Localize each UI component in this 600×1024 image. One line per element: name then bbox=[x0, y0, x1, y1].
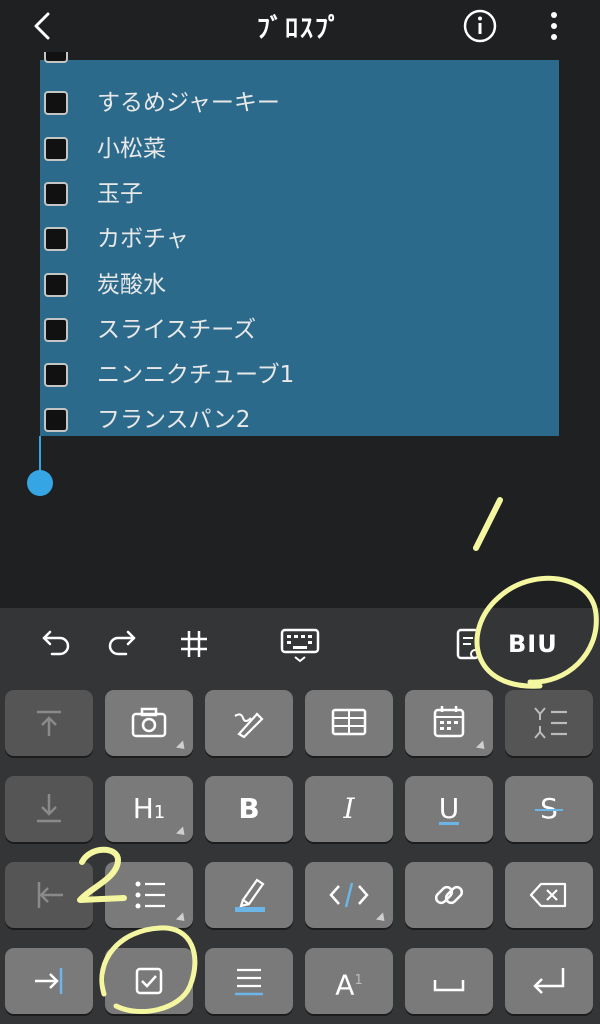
format-toolbar: BIU bbox=[0, 608, 600, 680]
font-size-key-label: A1 bbox=[335, 968, 363, 1002]
camera-key[interactable] bbox=[105, 690, 193, 756]
outdent-icon bbox=[37, 882, 63, 908]
checkbox-key[interactable] bbox=[105, 948, 193, 1014]
list-item-label: スライスチーズ bbox=[97, 317, 257, 343]
backspace-icon bbox=[529, 882, 567, 908]
editor-area[interactable]: するめジャーキー 小松菜 玉子 カボチャ 炭酸水 スライスチーズ ニンニクチュー… bbox=[0, 52, 600, 608]
arrow-to-top-icon bbox=[37, 710, 61, 736]
list-item: フランスパン2 bbox=[40, 399, 560, 445]
undo-icon[interactable] bbox=[32, 622, 76, 666]
more-vertical-icon[interactable] bbox=[540, 8, 568, 44]
checkbox[interactable] bbox=[44, 52, 68, 63]
line-spacing-key[interactable] bbox=[505, 690, 593, 756]
underline-accent bbox=[439, 822, 459, 825]
list-item-label: 玉子 bbox=[97, 181, 143, 207]
underline-key[interactable]: U bbox=[405, 776, 493, 842]
format-keyboard: H1 B I U S bbox=[0, 680, 600, 1024]
pen-icon bbox=[234, 712, 264, 739]
link-icon bbox=[434, 885, 464, 905]
bold-key-label: B bbox=[238, 792, 260, 825]
selection-handle[interactable] bbox=[27, 470, 53, 496]
checkbox[interactable] bbox=[44, 91, 68, 115]
list-item: 小松菜 bbox=[40, 128, 560, 174]
checkbox[interactable] bbox=[44, 363, 68, 387]
hashtag-icon[interactable] bbox=[172, 622, 216, 666]
checkbox[interactable] bbox=[44, 273, 68, 297]
space-icon bbox=[433, 980, 465, 992]
return-key[interactable] bbox=[505, 948, 593, 1014]
highlight-key[interactable] bbox=[205, 862, 293, 928]
list-item: ニンニクチューブ1 bbox=[40, 354, 560, 400]
indent-key[interactable] bbox=[5, 948, 93, 1014]
move-to-bottom-key[interactable] bbox=[5, 776, 93, 842]
bold-key[interactable]: B bbox=[205, 776, 293, 842]
list-item-label: するめジャーキー bbox=[97, 90, 280, 116]
biu-format-button[interactable]: BIU bbox=[508, 622, 568, 666]
table-key[interactable] bbox=[305, 690, 393, 756]
list-item-label: 小松菜 bbox=[97, 136, 166, 162]
top-bar: ﾌﾞﾛｽﾌﾟ bbox=[0, 0, 600, 52]
redo-icon[interactable] bbox=[102, 622, 146, 666]
return-icon bbox=[533, 968, 565, 994]
align-center-icon bbox=[235, 968, 263, 996]
italic-key[interactable]: I bbox=[305, 776, 393, 842]
list-item-label: フランスパン2 bbox=[97, 407, 251, 433]
checkbox[interactable] bbox=[44, 408, 68, 432]
calendar-key[interactable] bbox=[405, 690, 493, 756]
link-key[interactable] bbox=[405, 862, 493, 928]
checkbox-icon bbox=[135, 967, 163, 995]
strike-accent bbox=[535, 809, 563, 811]
list-item bbox=[40, 52, 560, 76]
list-item-label: ニンニクチューブ1 bbox=[97, 362, 295, 388]
code-key[interactable] bbox=[305, 862, 393, 928]
info-icon[interactable] bbox=[462, 8, 498, 44]
underline-key-label: U bbox=[438, 792, 460, 825]
checkbox[interactable] bbox=[44, 318, 68, 342]
checkbox[interactable] bbox=[44, 137, 68, 161]
heading-key[interactable]: H1 bbox=[105, 776, 193, 842]
list-item: カボチャ bbox=[40, 218, 560, 264]
clipboard-icon[interactable] bbox=[448, 622, 492, 666]
biu-label: BIU bbox=[508, 630, 558, 658]
checkbox[interactable] bbox=[44, 227, 68, 251]
indent-icon bbox=[35, 968, 63, 994]
list-item: スライスチーズ bbox=[40, 309, 560, 355]
arrow-to-bottom-icon bbox=[37, 794, 61, 823]
font-size-key[interactable]: A1 bbox=[305, 948, 393, 1014]
list-item: 炭酸水 bbox=[40, 264, 560, 310]
handwriting-key[interactable] bbox=[205, 690, 293, 756]
bullet-list-key[interactable] bbox=[105, 862, 193, 928]
list-item-label: 炭酸水 bbox=[97, 272, 166, 298]
table-icon bbox=[331, 708, 367, 736]
page-title: ﾌﾞﾛｽﾌﾟ bbox=[256, 14, 343, 44]
delete-key[interactable] bbox=[505, 862, 593, 928]
list-item: 玉子 bbox=[40, 173, 560, 219]
text-selection: するめジャーキー 小松菜 玉子 カボチャ 炭酸水 スライスチーズ ニンニクチュー… bbox=[40, 52, 560, 436]
highlighter-icon bbox=[235, 878, 265, 912]
move-to-top-key[interactable] bbox=[5, 690, 93, 756]
list-item-label: カボチャ bbox=[97, 226, 189, 252]
italic-key-label: I bbox=[343, 792, 355, 825]
checkbox[interactable] bbox=[44, 182, 68, 206]
space-key[interactable] bbox=[405, 948, 493, 1014]
strikethrough-key[interactable]: S bbox=[505, 776, 593, 842]
keyboard-icon[interactable] bbox=[278, 622, 322, 666]
line-spacing-icon bbox=[534, 707, 567, 739]
list-item: するめジャーキー bbox=[40, 82, 560, 128]
outdent-key[interactable] bbox=[5, 862, 93, 928]
align-key[interactable] bbox=[205, 948, 293, 1014]
